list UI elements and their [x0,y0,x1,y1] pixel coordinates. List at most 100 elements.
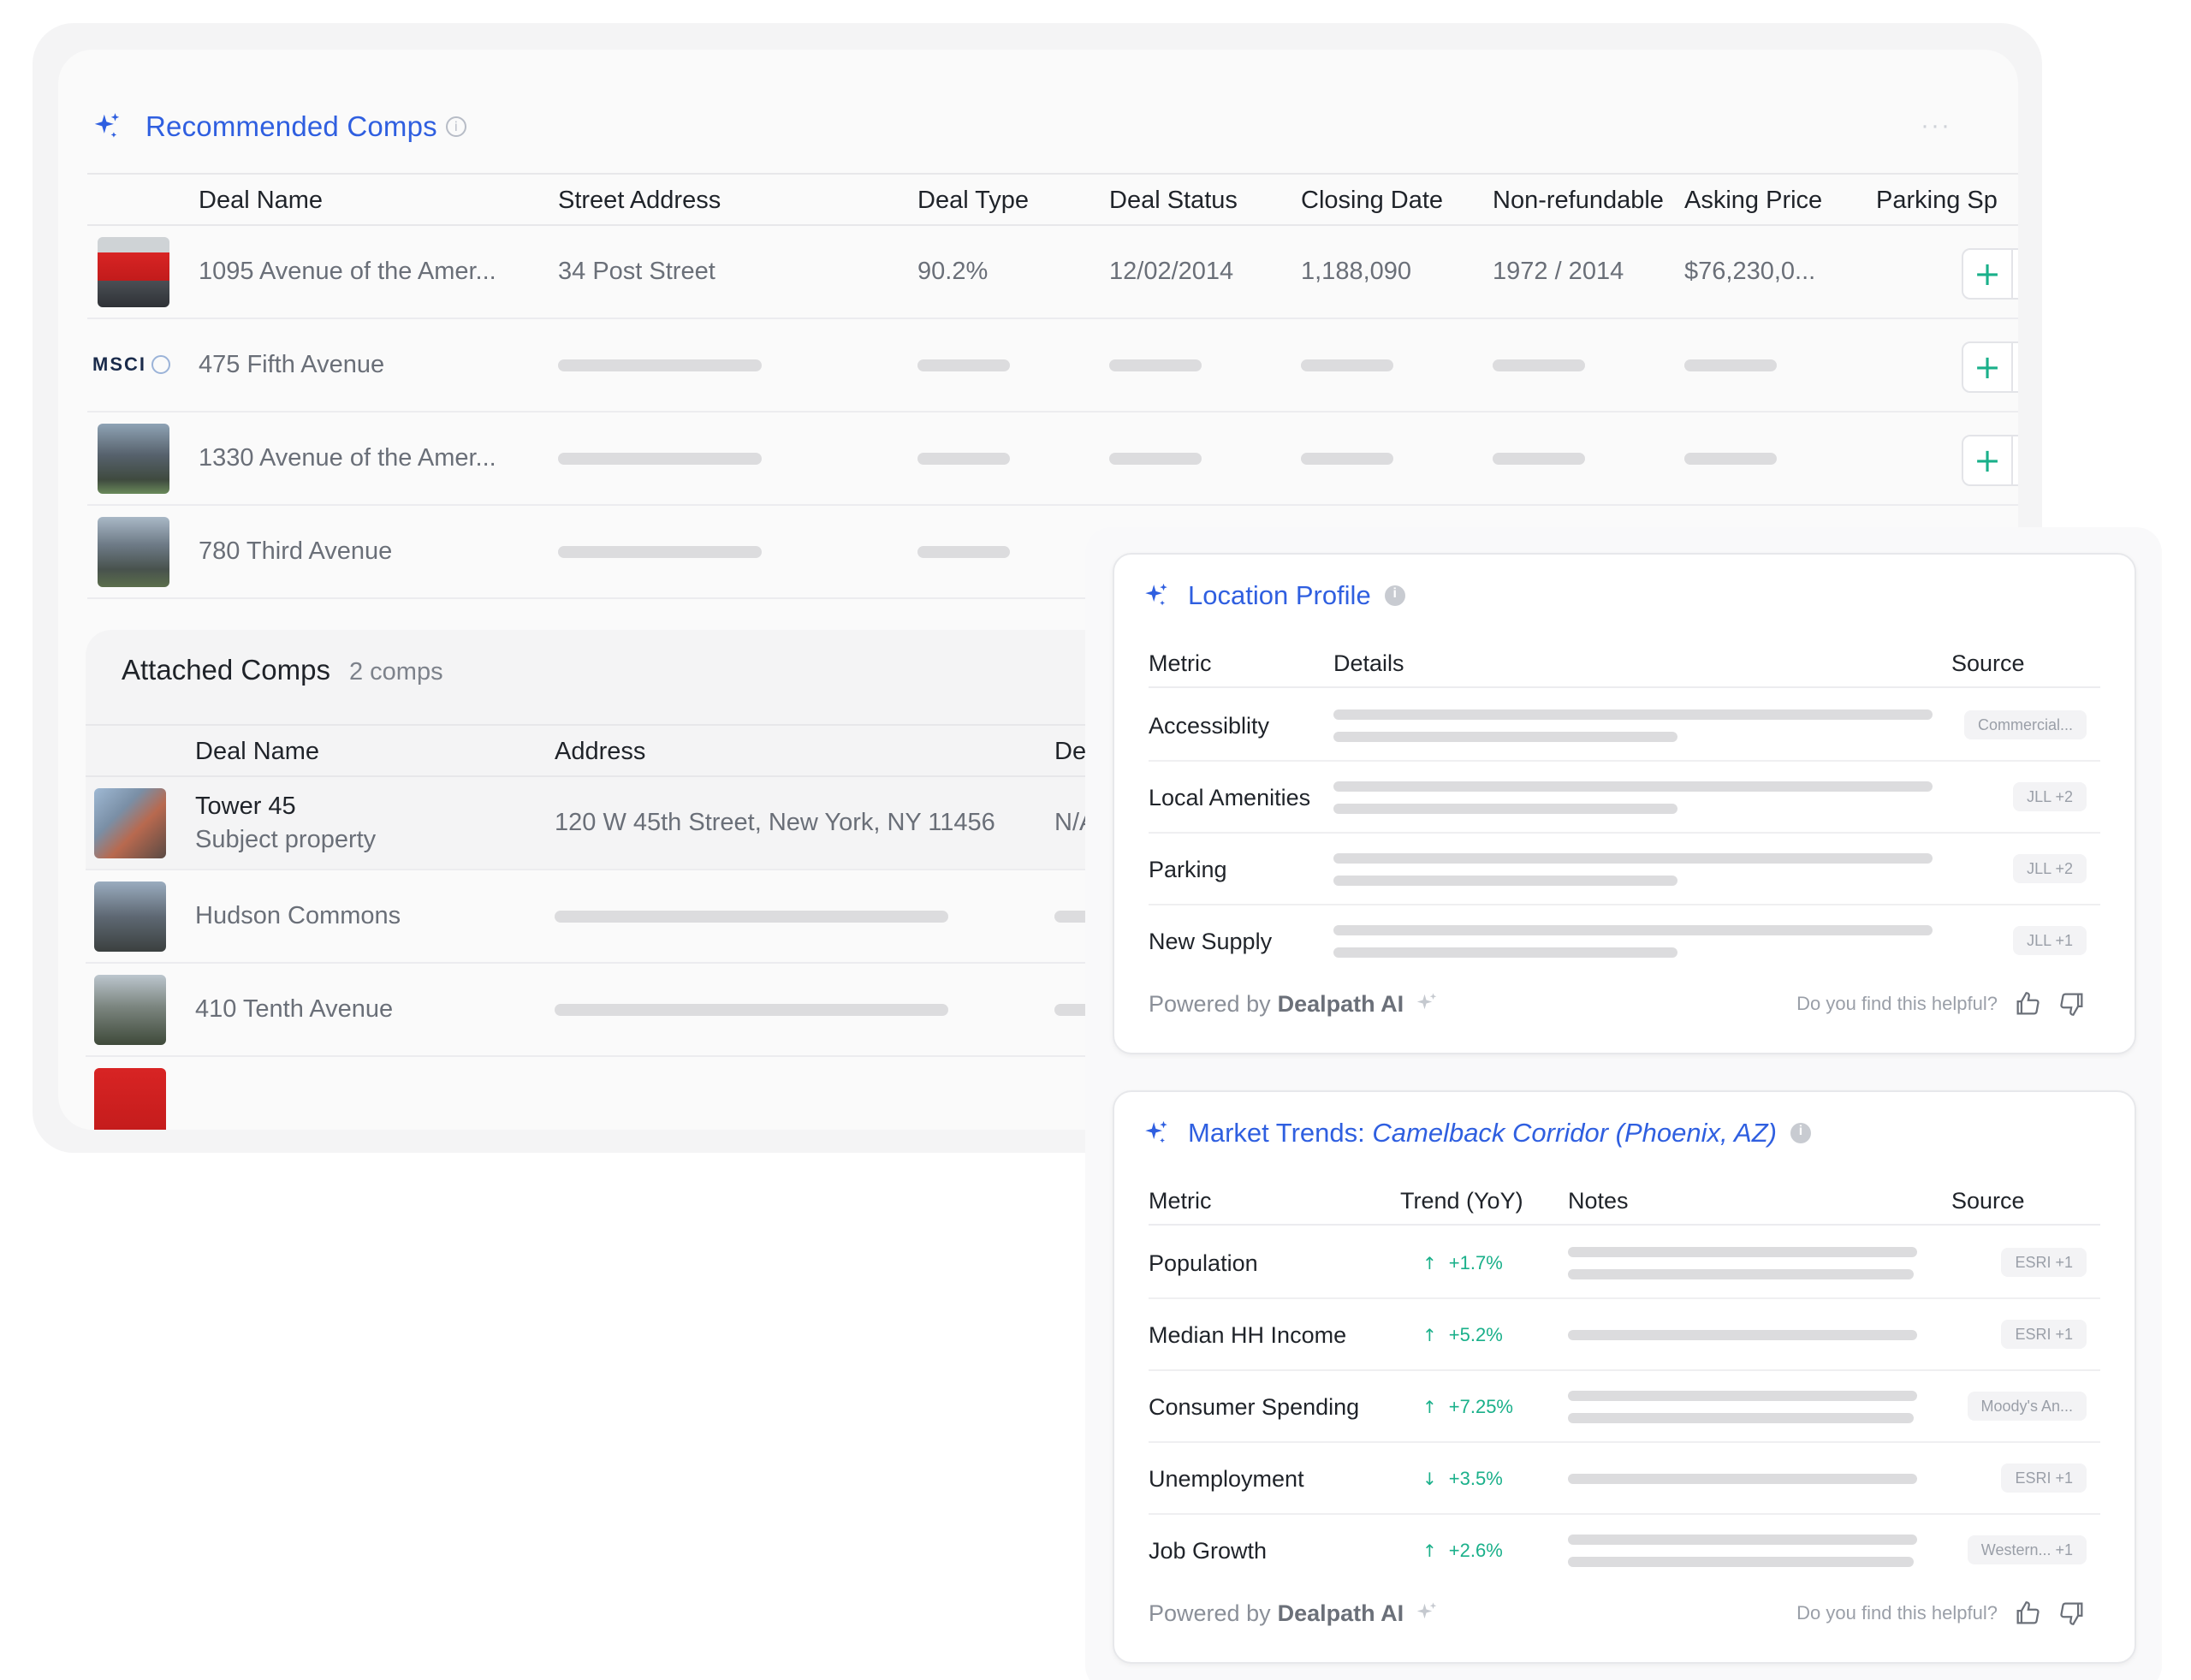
notes-skeleton [1568,1443,1917,1515]
table-row[interactable]: Parking JLL +2 [1149,834,2100,905]
loading-skeleton [555,910,948,923]
table-header: Deal Name Street Address Deal Type Deal … [87,173,2018,226]
notes-skeleton [1568,1227,1917,1299]
panel-footer: Powered by Dealpath AI Do you find this … [1149,1592,2087,1635]
column-header[interactable]: Parking Sp [1876,187,2018,215]
ai-sparkle-icon [1142,581,1171,610]
more-options-icon[interactable]: ··· [1921,111,1951,140]
column-header[interactable]: Deal Type [917,187,1029,215]
remove-comp-button[interactable]: − [2013,250,2018,298]
source-chip[interactable]: ESRI +1 [2001,1248,2087,1277]
property-thumbnail [94,975,166,1045]
trend-text: +3.5% [1448,1468,1503,1489]
add-comp-button[interactable]: + [1963,436,2014,484]
loading-skeleton [1684,452,1777,465]
deal-name[interactable]: 410 Tenth Avenue [195,964,393,1055]
add-comp-button[interactable]: + [1963,250,2014,298]
add-remove-control: + − [1962,341,2018,393]
notes-skeleton [1568,1371,1917,1443]
deal-name[interactable]: Hudson Commons [195,870,401,962]
table-row[interactable]: Unemployment ↓ +3.5% ESRI +1 [1149,1443,2100,1515]
deal-name-cell[interactable]: Tower 45 Subject property [195,777,376,869]
trend-value: ↓ +3.5% [1422,1443,1503,1515]
column-header[interactable]: Deal Name [195,738,319,766]
source-chip[interactable]: Moody's An... [1967,1392,2087,1421]
deal-type: 90.2% [917,258,989,285]
location-profile-title: Location Profile [1188,580,1371,610]
table-row[interactable]: MSCI 475 Fifth Avenue + − [87,319,2018,413]
info-icon[interactable]: i [445,116,466,137]
attached-comps-title: Attached Comps [122,654,330,686]
table-row[interactable]: Local Amenities JLL +2 [1149,762,2100,834]
table-row[interactable]: Population ↑ +1.7% ESRI +1 [1149,1227,2100,1299]
source-chip[interactable]: Commercial... [1963,710,2087,739]
source-chip[interactable]: JLL +2 [2013,854,2087,883]
deal-status: 12/02/2014 [1109,258,1234,285]
market-trends-header: Market Trends: Camelback Corridor (Phoen… [1142,1114,1811,1152]
street-address: 34 Post Street [558,258,715,285]
details-skeleton [1333,905,1933,977]
deal-name[interactable]: 475 Fifth Avenue [199,319,384,411]
globe-icon [151,355,170,374]
table-row[interactable]: 1095 Avenue of the Amer... 34 Post Stree… [87,226,2018,319]
loading-skeleton [1301,452,1393,465]
non-refundable: 1972 / 2014 [1493,258,1624,285]
loading-skeleton [917,452,1010,465]
notes-skeleton [1568,1515,1917,1587]
source-chip[interactable]: ESRI +1 [2001,1463,2087,1493]
arrow-up-icon: ↑ [1422,1253,1437,1273]
panel-footer: Powered by Dealpath AI Do you find this … [1149,982,2087,1025]
metric-name: Local Amenities [1149,784,1311,810]
recommended-comps-header: Recommended Comps i [91,105,466,148]
deal-name[interactable]: 1330 Avenue of the Amer... [199,413,496,504]
thumbs-up-icon[interactable] [2013,989,2042,1018]
column-header[interactable]: Deal Status [1109,187,1238,215]
thumbs-down-icon[interactable] [2057,989,2087,1018]
msci-logo: MSCI [92,353,170,376]
arrow-down-icon: ↓ [1422,1469,1437,1489]
table-row[interactable]: Consumer Spending ↑ +7.25% Moody's An... [1149,1371,2100,1443]
deal-name[interactable]: 780 Third Avenue [199,506,392,597]
loading-skeleton [1493,359,1585,371]
column-header[interactable]: Street Address [558,187,721,215]
metric-name: Unemployment [1149,1465,1304,1492]
ai-sparkle-icon [1414,991,1440,1017]
column-header[interactable]: Closing Date [1301,187,1443,215]
column-header[interactable]: Deal Name [199,187,323,215]
table-row[interactable]: Median HH Income ↑ +5.2% ESRI +1 [1149,1299,2100,1371]
deal-name[interactable]: 1095 Avenue of the Amer... [199,226,496,318]
column-header[interactable]: Address [555,738,645,766]
arrow-up-icon: ↑ [1422,1397,1437,1417]
column-header: Trend (YoY) [1400,1188,1523,1214]
column-header: Source [1951,1188,2025,1214]
info-icon[interactable] [1384,585,1405,606]
source-chip[interactable]: Western... +1 [1967,1535,2087,1564]
remove-comp-button[interactable]: − [2013,436,2018,484]
table-row[interactable]: New Supply JLL +1 [1149,905,2100,977]
table-row[interactable]: Job Growth ↑ +2.6% Western... +1 [1149,1515,2100,1587]
ai-sparkle-icon [91,110,123,143]
add-comp-button[interactable]: + [1963,343,2014,391]
trend-text: +5.2% [1448,1324,1503,1345]
thumbs-down-icon[interactable] [2057,1599,2087,1628]
trend-text: +2.6% [1448,1540,1503,1561]
column-header[interactable]: De [1054,738,1086,766]
column-header[interactable]: Non-refundable [1493,187,1671,215]
property-thumbnail [98,424,169,494]
trend-value: ↑ +1.7% [1422,1227,1503,1299]
feedback-question: Do you find this helpful? [1796,1602,1998,1624]
loading-skeleton [917,545,1010,558]
asking-price: $76,230,0... [1684,258,1816,285]
metric-name: Parking [1149,856,1227,882]
source-chip[interactable]: JLL +1 [2013,926,2087,955]
source-chip[interactable]: JLL +2 [2013,782,2087,811]
table-row[interactable]: 1330 Avenue of the Amer... + − [87,413,2018,506]
thumbs-up-icon[interactable] [2013,1599,2042,1628]
market-trends-location: Camelback Corridor (Phoenix, AZ) [1372,1118,1777,1148]
info-icon[interactable] [1790,1123,1811,1143]
details-skeleton [1333,690,1933,762]
source-chip[interactable]: ESRI +1 [2001,1320,2087,1349]
table-row[interactable]: Accessiblity Commercial... [1149,690,2100,762]
column-header[interactable]: Asking Price [1684,187,1822,215]
remove-comp-button[interactable]: − [2013,343,2018,391]
